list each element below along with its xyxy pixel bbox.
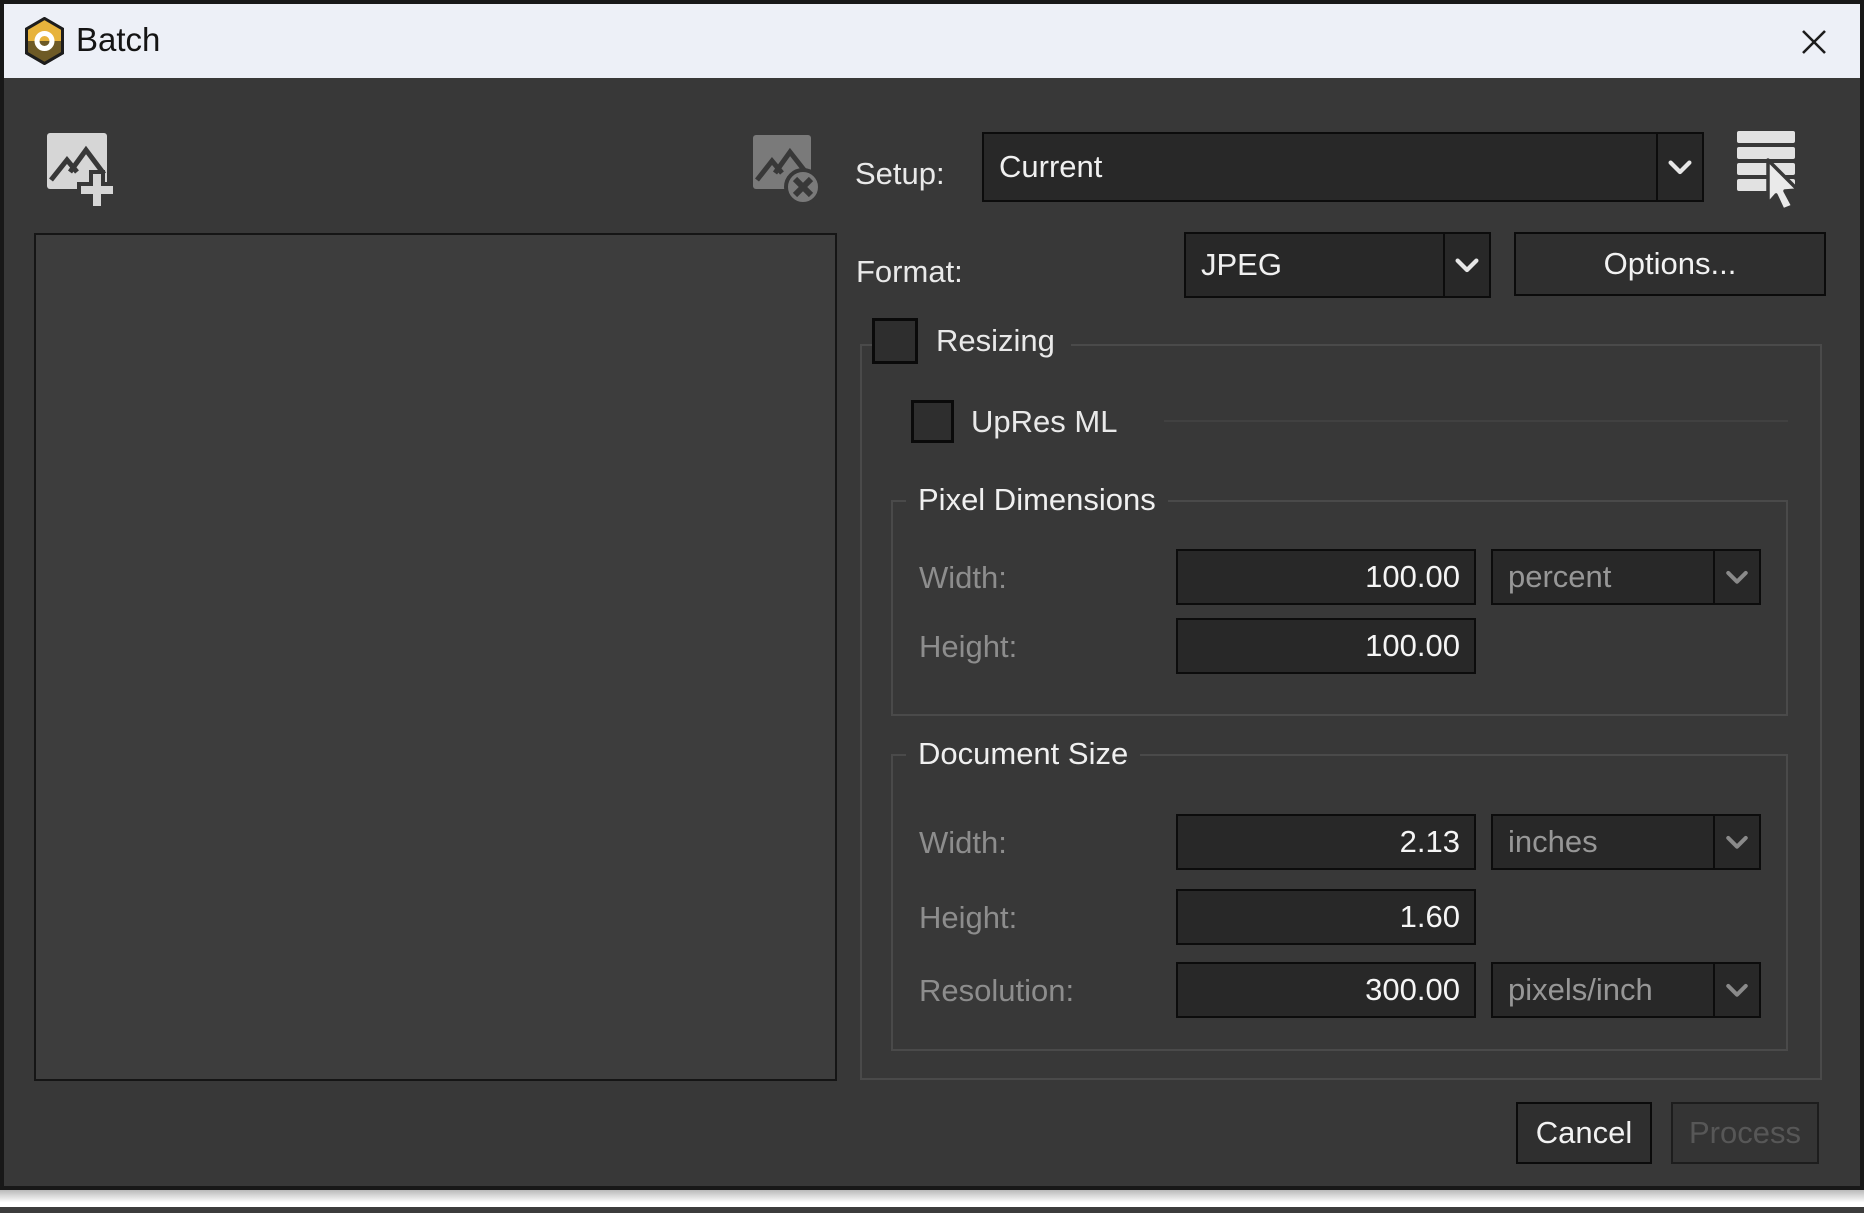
titlebar: Batch (4, 4, 1860, 78)
close-icon (1794, 22, 1834, 62)
pd-height-input[interactable] (1176, 618, 1476, 674)
add-images-icon[interactable] (44, 130, 120, 210)
setup-combobox[interactable]: Current (982, 132, 1704, 202)
apply-preset-icon[interactable] (1734, 128, 1808, 212)
cancel-button[interactable]: Cancel (1516, 1102, 1652, 1164)
process-button: Process (1671, 1102, 1819, 1164)
pd-width-label: Width: (919, 560, 1007, 596)
pd-width-unit-value: percent (1493, 551, 1713, 603)
ds-width-unit-combobox: inches (1491, 814, 1761, 870)
pd-width-input[interactable] (1176, 549, 1476, 605)
pd-height-label: Height: (919, 629, 1017, 665)
setup-combobox-value: Current (984, 134, 1656, 200)
pd-width-unit-combobox: percent (1491, 549, 1761, 605)
setup-label: Setup: (855, 156, 945, 192)
chevron-down-icon (1443, 234, 1489, 296)
ds-resolution-input[interactable] (1176, 962, 1476, 1018)
chevron-down-icon (1713, 551, 1759, 603)
resizing-legend: Resizing (872, 318, 1071, 364)
ds-height-label: Height: (919, 900, 1017, 936)
chevron-down-icon (1656, 134, 1702, 200)
ds-height-input[interactable] (1176, 889, 1476, 945)
dialog-body: Setup: Current Format: JPEG (4, 78, 1860, 1186)
pixel-dimensions-title: Pixel Dimensions (906, 482, 1168, 518)
screen: Batch (0, 0, 1864, 1213)
chevron-down-icon (1713, 816, 1759, 868)
ds-resolution-label: Resolution: (919, 973, 1074, 1009)
pixel-dimensions-group (891, 500, 1788, 716)
cancel-button-label: Cancel (1536, 1115, 1633, 1151)
resizing-checkbox[interactable] (872, 318, 918, 364)
format-combobox[interactable]: JPEG (1184, 232, 1491, 298)
batch-dialog: Batch (0, 0, 1864, 1190)
format-combobox-value: JPEG (1186, 234, 1443, 296)
ds-resolution-unit-combobox: pixels/inch (1491, 962, 1761, 1018)
resizing-label: Resizing (936, 323, 1055, 359)
on1-logo-icon (24, 17, 65, 65)
chevron-down-icon (1713, 964, 1759, 1016)
process-button-label: Process (1689, 1115, 1801, 1151)
options-button-label: Options... (1604, 246, 1737, 282)
options-button[interactable]: Options... (1514, 232, 1826, 296)
close-button[interactable] (1788, 16, 1840, 68)
upres-ml-label: UpRes ML (971, 404, 1117, 440)
upres-ml-checkbox[interactable] (911, 400, 954, 443)
ds-width-unit-value: inches (1493, 816, 1713, 868)
window-behind-edge (0, 1207, 1864, 1213)
document-size-title: Document Size (906, 736, 1140, 772)
window-title: Batch (76, 21, 160, 59)
ds-width-input[interactable] (1176, 814, 1476, 870)
ds-width-label: Width: (919, 825, 1007, 861)
upres-group-line (1164, 420, 1788, 422)
remove-images-icon (750, 132, 824, 210)
format-label: Format: (856, 254, 963, 290)
file-list-panel[interactable] (34, 233, 837, 1081)
ds-resolution-unit-value: pixels/inch (1493, 964, 1713, 1016)
